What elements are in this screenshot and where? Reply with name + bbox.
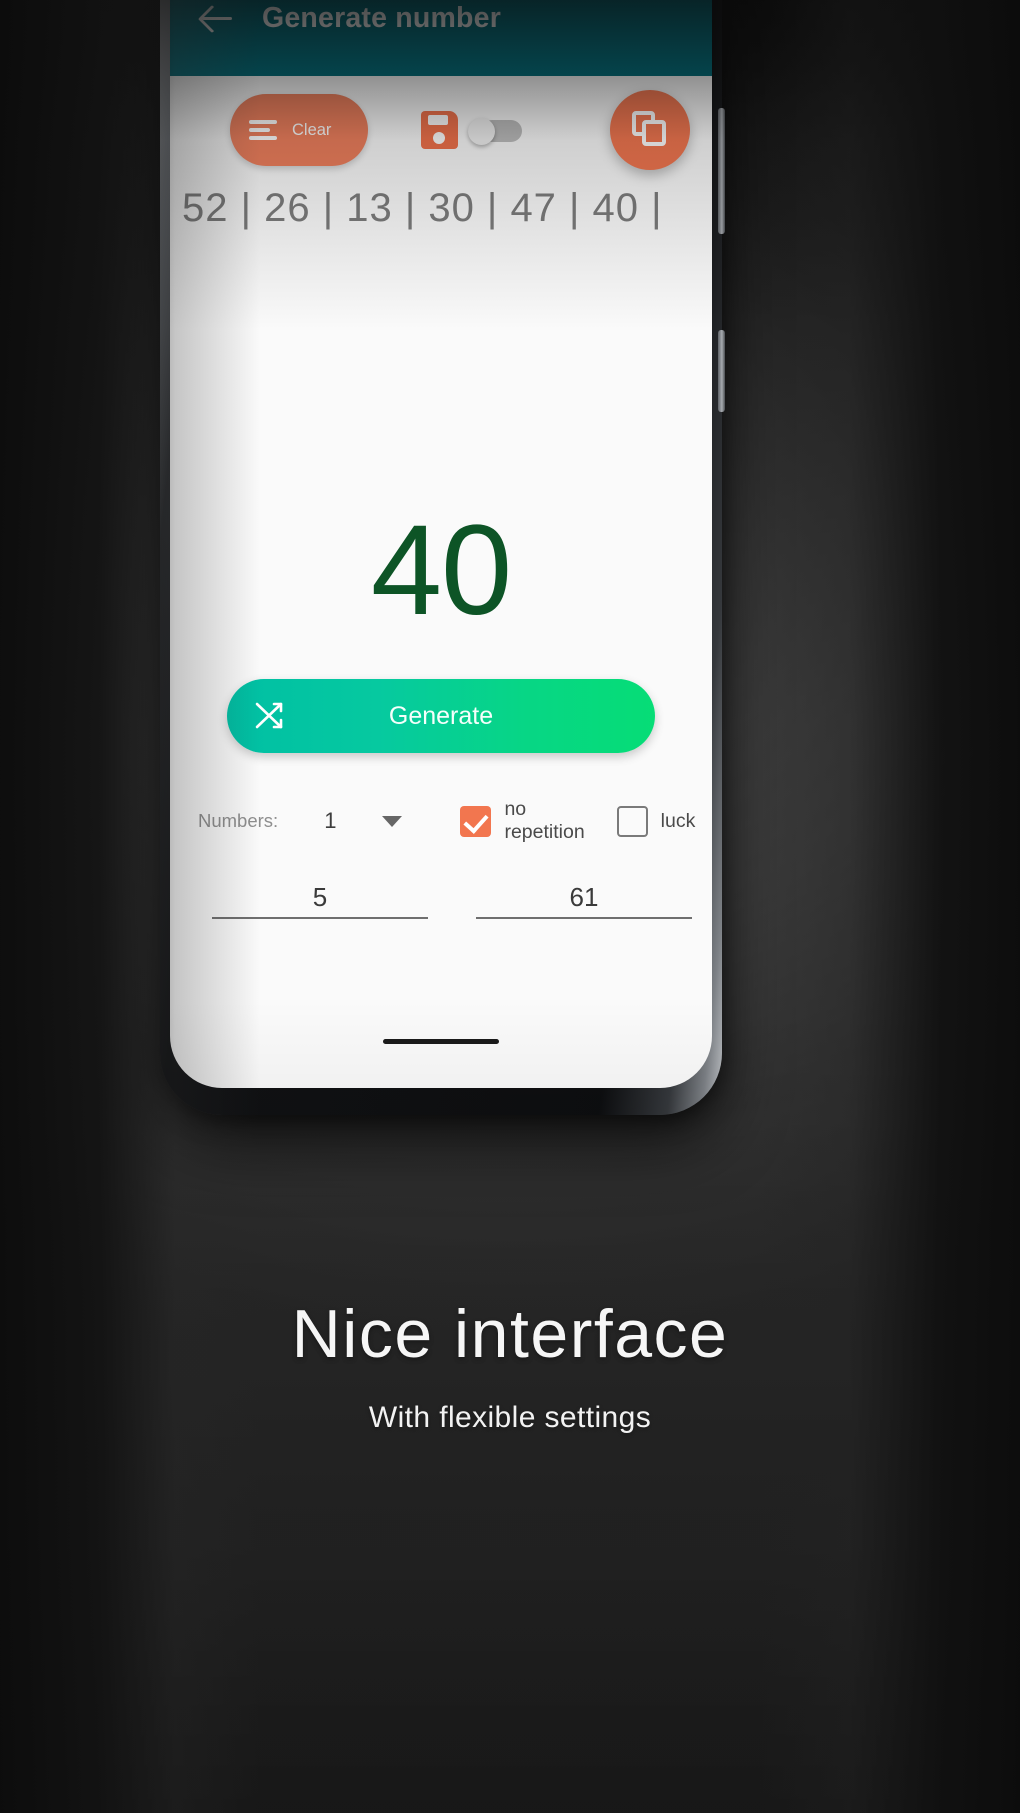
generate-button[interactable]: Generate xyxy=(227,679,655,753)
result-area: 40 xyxy=(170,231,712,635)
copy-button[interactable] xyxy=(610,90,690,170)
clear-button-label: Clear xyxy=(292,120,332,139)
caption-subtitle: With flexible settings xyxy=(368,1401,652,1434)
numbers-count-value[interactable]: 1 xyxy=(324,808,336,834)
list-lines-icon xyxy=(249,119,279,141)
phone-volume-button[interactable] xyxy=(718,108,725,234)
phone-device-frame: Generate number Clear 52 | 26 | 13 | 30 … xyxy=(160,0,725,1115)
range-inputs-row: 5 61 xyxy=(170,882,712,919)
promo-screenshot: Generate number Clear 52 | 26 | 13 | 30 … xyxy=(0,0,1020,1813)
caption-title: Nice interface xyxy=(291,1296,729,1372)
phone-screen: Generate number Clear 52 | 26 | 13 | 30 … xyxy=(170,0,712,1088)
app-bar: Generate number xyxy=(170,0,712,76)
history-numbers: 52 | 26 | 13 | 30 | 47 | 40 | xyxy=(182,186,663,230)
options-row: Numbers: 1 no repetition luck xyxy=(170,798,712,844)
toggle-knob xyxy=(468,118,495,145)
shuffle-icon xyxy=(253,699,287,733)
numbers-count-label: Numbers: xyxy=(198,810,279,831)
copy-icon xyxy=(632,111,670,149)
page-title: Generate number xyxy=(262,1,501,34)
generate-button-label: Generate xyxy=(388,701,494,730)
toolbar: Clear xyxy=(170,76,712,184)
floppy-save-icon[interactable] xyxy=(421,111,458,149)
clear-button[interactable]: Clear xyxy=(230,94,368,166)
generate-area: Generate xyxy=(170,679,712,753)
save-toggle-switch[interactable] xyxy=(468,118,522,145)
luck-checkbox[interactable] xyxy=(616,805,648,837)
range-max-input[interactable]: 61 xyxy=(476,882,692,919)
home-indicator[interactable] xyxy=(383,1039,499,1044)
no-repetition-label: no repetition xyxy=(504,798,585,843)
luck-label: luck xyxy=(660,809,696,832)
phone-power-button[interactable] xyxy=(718,330,725,412)
chevron-down-icon[interactable] xyxy=(382,815,403,827)
back-arrow-icon[interactable] xyxy=(200,1,234,35)
no-repetition-checkbox[interactable] xyxy=(460,805,492,837)
range-min-input[interactable]: 5 xyxy=(212,882,428,919)
generated-number: 40 xyxy=(370,499,512,642)
caption-block: Nice interface With flexible settings xyxy=(0,1295,1020,1435)
